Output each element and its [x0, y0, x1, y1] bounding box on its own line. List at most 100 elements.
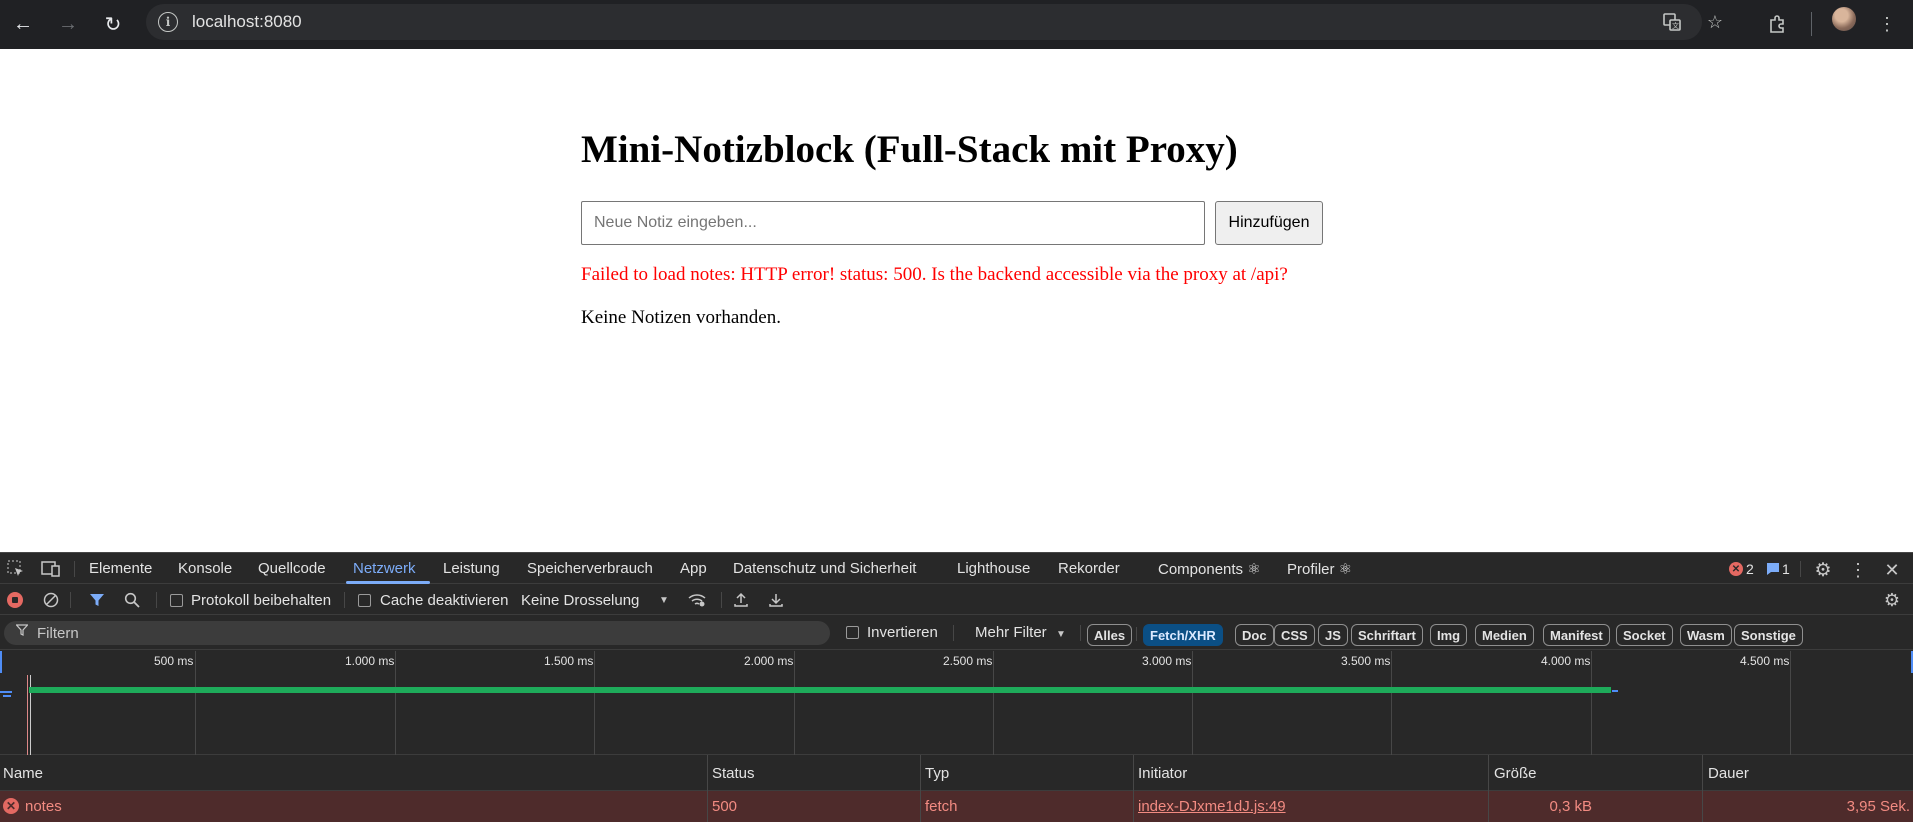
tab-speicherverbrauch[interactable]: Speicherverbrauch [527, 560, 653, 577]
tab-elemente[interactable]: Elemente [89, 560, 152, 577]
network-toolbar: Protokoll beibehalten Cache deaktivieren… [0, 585, 1913, 615]
import-har-icon[interactable] [732, 591, 750, 609]
tick-label: 2.000 ms [744, 654, 794, 668]
toolbar-divider [721, 592, 722, 608]
chip-doc[interactable]: Doc [1235, 624, 1274, 646]
arrow-left-icon: ← [13, 12, 33, 35]
error-count[interactable]: 2 [1746, 561, 1754, 577]
tab-profiler[interactable]: Profiler ⚛ [1287, 560, 1352, 578]
chip-divider [1136, 627, 1137, 641]
device-toolbar-icon[interactable] [40, 559, 62, 579]
tab-lighthouse[interactable]: Lighthouse [957, 560, 1030, 577]
profile-avatar[interactable] [1832, 7, 1856, 31]
chip-socket[interactable]: Socket [1616, 624, 1673, 646]
close-devtools-icon[interactable]: ✕ [1882, 559, 1902, 581]
table-row[interactable]: ✕ notes 500 fetch index-DJxme1dJ.js:49 0… [0, 791, 1913, 822]
tab-app[interactable]: App [680, 560, 707, 577]
empty-notes-message: Keine Notizen vorhanden. [581, 307, 781, 328]
chip-sonstige[interactable]: Sonstige [1734, 624, 1803, 646]
export-har-icon[interactable] [767, 591, 785, 609]
network-settings-gear-icon[interactable]: ⚙ [1881, 590, 1903, 610]
search-icon[interactable] [123, 591, 141, 609]
chip-js[interactable]: JS [1318, 624, 1348, 646]
stop-recording-icon[interactable] [7, 592, 23, 608]
chip-img[interactable]: Img [1430, 624, 1468, 646]
disable-cache-label: Cache deaktivieren [380, 592, 509, 609]
column-status[interactable]: Status [712, 765, 755, 782]
filter-icon[interactable] [88, 591, 106, 609]
clear-icon[interactable] [42, 591, 60, 609]
chip-wasm[interactable]: Wasm [1680, 624, 1732, 646]
message-count[interactable]: 1 [1782, 561, 1790, 577]
chip-manifest[interactable]: Manifest [1543, 624, 1610, 646]
tab-quellcode[interactable]: Quellcode [258, 560, 326, 577]
address-bar[interactable]: i localhost:8080 文 ☆ [146, 4, 1723, 40]
column-duration[interactable]: Dauer [1708, 765, 1749, 782]
settings-gear-icon[interactable]: ⚙ [1812, 559, 1834, 581]
forward-button[interactable]: → [50, 6, 86, 42]
chip-medien[interactable]: Medien [1475, 624, 1534, 646]
tick-label: 4.000 ms [1541, 654, 1591, 668]
tab-divider [1800, 561, 1801, 577]
throttling-select[interactable]: Keine Drosselung [521, 592, 639, 609]
overview-left-handle[interactable] [0, 651, 2, 673]
load-event-marker [27, 675, 28, 755]
more-menu-icon[interactable]: ⋮ [1870, 7, 1904, 41]
request-initiator-link[interactable]: index-DJxme1dJ.js:49 [1138, 798, 1286, 815]
more-filters-chevron-icon[interactable]: ▼ [1055, 627, 1067, 641]
extensions-icon[interactable] [1760, 7, 1794, 41]
devtools-panel: Elemente Konsole Quellcode Netzwerk Leis… [0, 552, 1913, 822]
chip-css[interactable]: CSS [1274, 624, 1315, 646]
tab-konsole[interactable]: Konsole [178, 560, 232, 577]
error-message: Failed to load notes: HTTP error! status… [581, 264, 1288, 285]
tick-line [594, 651, 595, 755]
more-filters-dropdown[interactable]: Mehr Filter [975, 624, 1047, 641]
column-name[interactable]: Name [3, 765, 43, 782]
tick-label: 1.500 ms [544, 654, 594, 668]
column-divider [920, 755, 921, 822]
back-button[interactable]: ← [5, 6, 41, 42]
chip-alles[interactable]: Alles [1087, 624, 1133, 646]
page-title: Mini-Notizblock (Full-Stack mit Proxy) [581, 128, 1238, 171]
tick-line [1192, 651, 1193, 755]
column-initiator[interactable]: Initiator [1138, 765, 1187, 782]
add-note-button[interactable]: Hinzufügen [1215, 201, 1323, 245]
disable-cache-checkbox[interactable] [358, 594, 371, 607]
browser-toolbar: ← → ↻ i localhost:8080 文 ☆ ⋮ [0, 0, 1913, 49]
reload-button[interactable]: ↻ [95, 6, 131, 42]
inspect-element-icon[interactable] [6, 559, 26, 579]
request-size: 0,3 kB [1549, 798, 1592, 815]
error-count-icon[interactable]: ✕ [1729, 562, 1743, 576]
more-options-icon[interactable]: ⋮ [1848, 559, 1868, 581]
tab-netzwerk[interactable]: Netzwerk [353, 560, 416, 577]
network-overview-timeline[interactable]: 500 ms 1.000 ms 1.500 ms 2.000 ms 2.500 … [0, 651, 1913, 755]
tick-line [195, 651, 196, 755]
chip-schriftart[interactable]: Schriftart [1351, 624, 1423, 646]
filter-input[interactable]: Filtern [4, 621, 830, 645]
tab-rekorder[interactable]: Rekorder [1058, 560, 1120, 577]
request-name[interactable]: notes [25, 798, 62, 815]
tab-leistung[interactable]: Leistung [443, 560, 500, 577]
chip-fetch-xhr[interactable]: Fetch/XHR [1143, 624, 1223, 646]
svg-text:文: 文 [1672, 21, 1679, 30]
column-type[interactable]: Typ [925, 765, 949, 782]
network-conditions-icon[interactable] [686, 591, 708, 609]
column-size[interactable]: Größe [1494, 765, 1537, 782]
tab-components[interactable]: Components ⚛ [1158, 560, 1261, 578]
chevron-down-icon[interactable]: ▼ [658, 593, 670, 607]
active-tab-indicator [346, 581, 430, 584]
request-error-icon: ✕ [3, 798, 19, 814]
translate-icon[interactable]: 文 [1660, 10, 1684, 34]
message-count-icon[interactable] [1765, 561, 1781, 577]
request-wait-mark [3, 695, 11, 697]
new-note-input[interactable] [581, 201, 1205, 245]
site-info-icon[interactable]: i [158, 12, 178, 32]
toolbar-divider [344, 592, 345, 608]
invert-checkbox[interactable] [846, 626, 859, 639]
column-divider [1702, 755, 1703, 822]
tab-datenschutz[interactable]: Datenschutz und Sicherheit [733, 560, 916, 577]
tick-label: 4.500 ms [1740, 654, 1790, 668]
preserve-log-checkbox[interactable] [170, 594, 183, 607]
bookmark-star-icon[interactable]: ☆ [1703, 10, 1727, 34]
filter-placeholder: Filtern [37, 625, 79, 642]
